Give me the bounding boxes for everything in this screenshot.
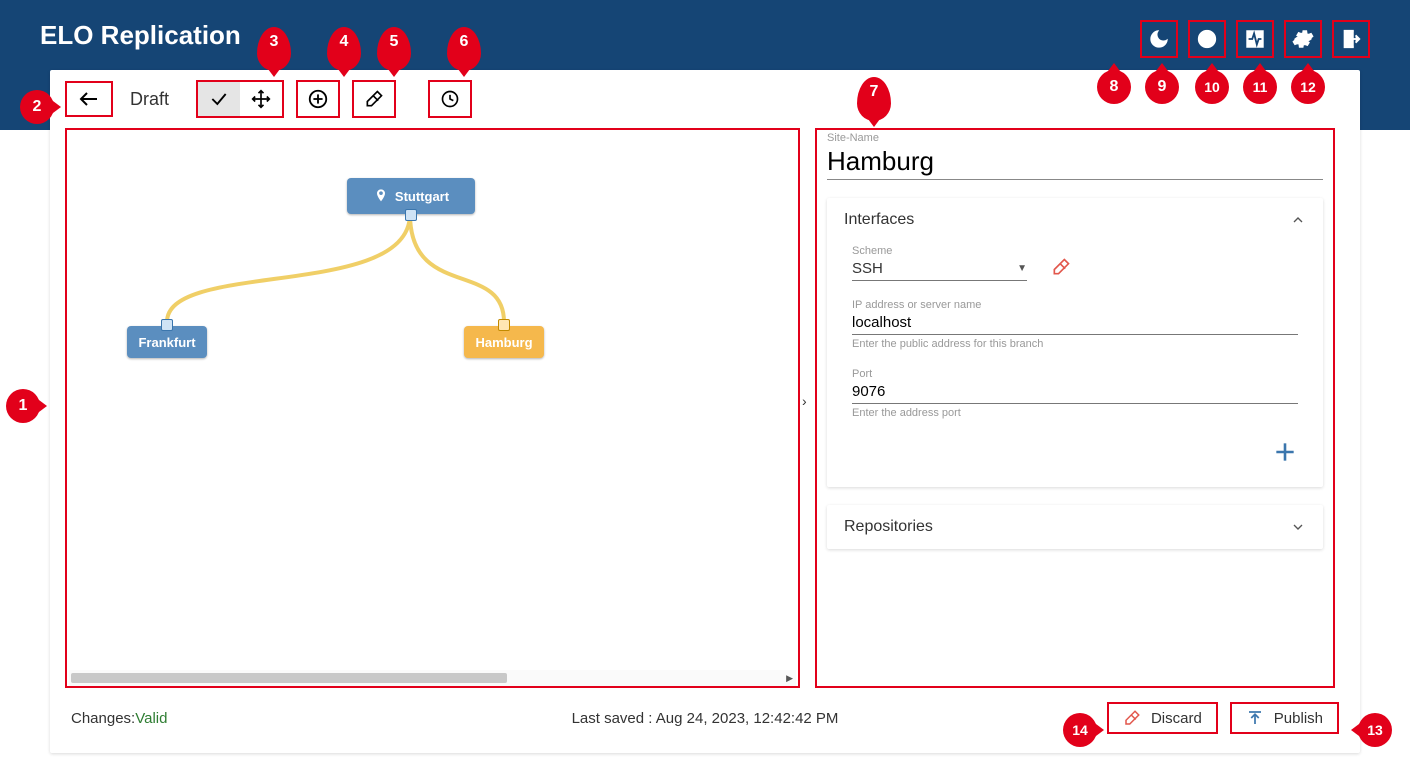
changes-label: Changes: (71, 710, 135, 727)
app-title: ELO Replication (40, 0, 241, 51)
note-12: 12 (1291, 70, 1325, 104)
port-input[interactable] (852, 380, 1298, 404)
node-port-in[interactable] (161, 319, 173, 331)
logout-button[interactable] (1332, 20, 1370, 58)
changes-value: Valid (135, 710, 167, 727)
interfaces-title: Interfaces (844, 211, 914, 229)
discard-label: Discard (1151, 710, 1202, 727)
chevron-up-icon (1290, 212, 1306, 228)
scheme-select[interactable]: Scheme SSH ▼ (852, 245, 1027, 281)
repositories-title: Repositories (844, 518, 933, 536)
chevron-down-icon: ▼ (1017, 263, 1027, 274)
scrollbar-thumb[interactable] (71, 673, 507, 683)
publish-icon (1246, 709, 1264, 727)
node-label: Frankfurt (138, 335, 195, 350)
publish-button[interactable]: Publish (1230, 702, 1339, 734)
check-icon (209, 89, 229, 109)
interfaces-accordion-body: Scheme SSH ▼ IP address or server name (828, 241, 1322, 486)
eraser-icon (1123, 709, 1141, 727)
ip-help: Enter the public address for this branch (852, 338, 1298, 350)
panel-content: Stuttgart Frankfurt Hamburg ▶ › Site-Nam… (65, 128, 1345, 688)
note-10: 10 (1195, 70, 1229, 104)
status-button[interactable] (1236, 20, 1274, 58)
node-label: Hamburg (475, 335, 532, 350)
ip-label: IP address or server name (852, 299, 1298, 311)
ip-input[interactable] (852, 311, 1298, 335)
scheme-label: Scheme (852, 245, 1027, 257)
interfaces-accordion: Interfaces Scheme SSH ▼ (827, 198, 1323, 487)
note-6: 6 (447, 27, 481, 71)
site-name-label: Site-Name (827, 132, 1323, 144)
graph-h-scrollbar[interactable]: ▶ (69, 670, 796, 686)
note-13: 13 (1358, 713, 1392, 747)
repositories-accordion: Repositories (827, 505, 1323, 549)
last-saved-label: Last saved : Aug 24, 2023, 12:42:42 PM (572, 710, 839, 727)
moon-icon (1148, 28, 1170, 50)
note-14: 14 (1063, 713, 1097, 747)
pin-icon (373, 188, 389, 204)
activity-icon (1244, 28, 1266, 50)
interfaces-accordion-header[interactable]: Interfaces (828, 199, 1322, 241)
plus-circle-icon (307, 88, 329, 110)
add-interface-button[interactable] (852, 439, 1298, 468)
scroll-right-arrow[interactable]: ▶ (786, 673, 793, 684)
graph-canvas[interactable]: Stuttgart Frankfurt Hamburg ▶ (65, 128, 800, 688)
node-label: Stuttgart (395, 189, 449, 204)
splitter-handle[interactable]: › (802, 393, 807, 409)
note-5: 5 (377, 27, 411, 71)
scheme-value: SSH (852, 260, 883, 277)
graph-node-left[interactable]: Frankfurt (127, 326, 207, 358)
header-icon-group (1140, 0, 1370, 58)
port-label: Port (852, 368, 1298, 380)
settings-button[interactable] (1284, 20, 1322, 58)
note-8: 8 (1097, 70, 1131, 104)
plus-icon (1272, 439, 1298, 465)
note-11: 11 (1243, 70, 1277, 104)
theme-toggle-button[interactable] (1140, 20, 1178, 58)
note-2: 2 (20, 90, 54, 124)
note-7: 7 (857, 77, 891, 121)
interface-erase-button[interactable] (1051, 257, 1071, 281)
mode-toggle-group[interactable] (196, 80, 284, 118)
clock-icon (440, 89, 460, 109)
discard-button[interactable]: Discard (1107, 702, 1218, 734)
note-3: 3 (257, 27, 291, 71)
publish-label: Publish (1274, 710, 1323, 727)
chevron-down-icon (1290, 519, 1306, 535)
gear-icon (1292, 28, 1314, 50)
language-button[interactable] (1188, 20, 1226, 58)
note-4: 4 (327, 27, 361, 71)
site-name-input[interactable] (827, 144, 1323, 180)
add-button[interactable] (296, 80, 340, 118)
history-button[interactable] (428, 80, 472, 118)
graph-node-right[interactable]: Hamburg (464, 326, 544, 358)
eraser-icon (364, 89, 384, 109)
erase-button[interactable] (352, 80, 396, 118)
move-icon (251, 89, 271, 109)
globe-icon (1196, 28, 1218, 50)
repositories-accordion-header[interactable]: Repositories (828, 506, 1322, 548)
draft-label: Draft (130, 89, 169, 110)
note-9: 9 (1145, 70, 1179, 104)
port-help: Enter the address port (852, 407, 1298, 419)
node-port-in[interactable] (498, 319, 510, 331)
node-port-out[interactable] (405, 209, 417, 221)
back-button[interactable] (65, 81, 113, 117)
main-panel: Draft Stutt (50, 70, 1360, 753)
arrow-left-icon (77, 87, 101, 111)
select-mode-button[interactable] (198, 82, 240, 116)
graph-node-root[interactable]: Stuttgart (347, 178, 475, 214)
config-panel: Site-Name Interfaces Scheme SSH ▼ (815, 128, 1335, 688)
move-mode-button[interactable] (240, 82, 282, 116)
note-1: 1 (6, 389, 40, 423)
eraser-icon (1051, 257, 1071, 277)
logout-icon (1340, 28, 1362, 50)
panel-footer: Changes: Valid Last saved : Aug 24, 2023… (65, 702, 1345, 738)
